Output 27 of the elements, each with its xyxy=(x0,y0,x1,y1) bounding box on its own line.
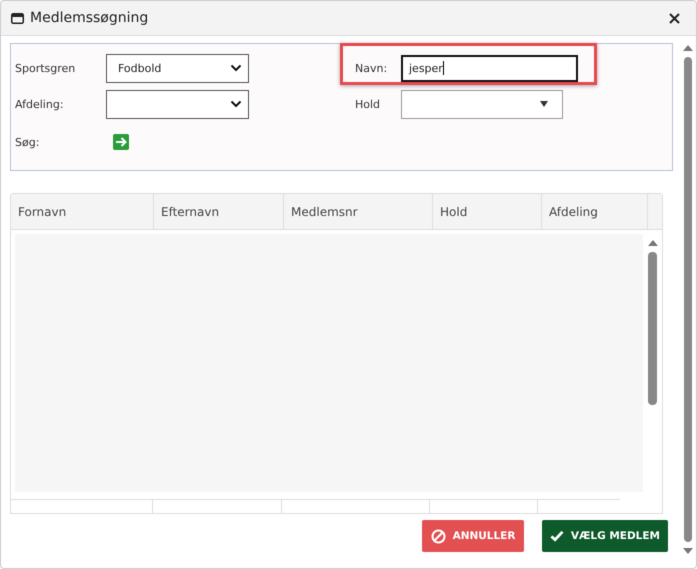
field-label: Hold xyxy=(355,98,382,110)
column-header[interactable]: Efternavn xyxy=(154,194,284,229)
scroll-up-icon[interactable] xyxy=(683,45,693,51)
column-header[interactable]: Fornavn xyxy=(11,194,154,229)
field-label: Søg: xyxy=(15,136,40,148)
close-icon[interactable] xyxy=(669,12,680,24)
column-header[interactable]: Afdeling xyxy=(542,194,648,229)
cancel-button[interactable]: ANNULLER xyxy=(422,520,524,552)
dropdown[interactable] xyxy=(106,90,249,118)
field-label: Navn: xyxy=(355,62,388,74)
chevron-down-icon xyxy=(230,100,242,108)
checkmark-icon xyxy=(550,530,564,542)
window-title: Medlemssøgning xyxy=(30,10,150,26)
scroll-down-icon[interactable] xyxy=(683,548,693,554)
window-icon xyxy=(11,12,24,24)
column-header[interactable]: Hold xyxy=(433,194,542,229)
triangle-down-icon xyxy=(540,101,548,107)
arrow-right-icon[interactable] xyxy=(113,134,129,150)
chevron-down-icon xyxy=(230,64,242,72)
prohibited-icon xyxy=(430,528,446,544)
column-header[interactable]: Medlemsnr xyxy=(284,194,433,229)
name-field[interactable]: jesper xyxy=(401,54,578,82)
select-member-button[interactable]: VÆLG MEDLEM xyxy=(542,520,668,552)
field-label: Afdeling: xyxy=(15,98,65,110)
field-label: Sportsgren xyxy=(15,62,76,74)
dropdown[interactable]: Fodbold xyxy=(106,54,249,82)
scroll-up-icon[interactable] xyxy=(648,240,658,246)
